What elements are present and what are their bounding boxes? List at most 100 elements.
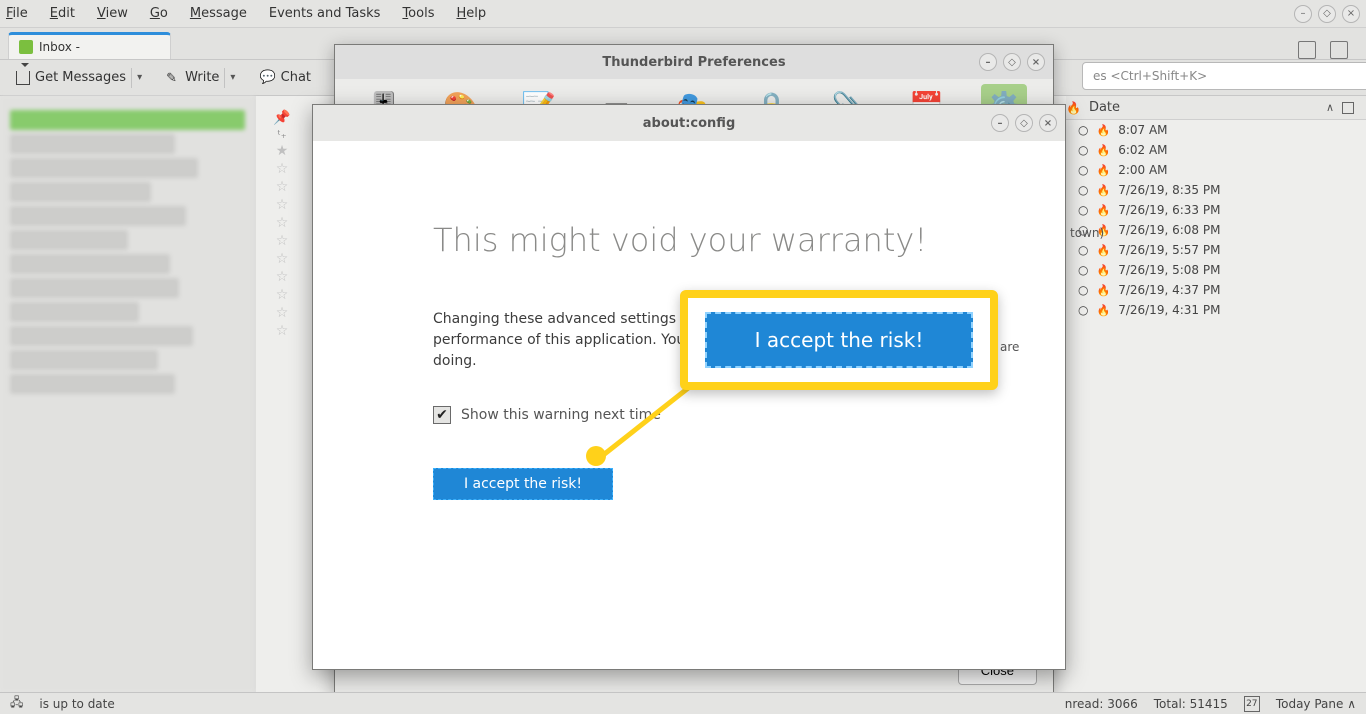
callout-accept-button[interactable]: I accept the risk! (705, 312, 973, 368)
message-date: 2:00 AM (1118, 163, 1167, 177)
message-row[interactable]: ○🔥2:00 AM (1066, 160, 1366, 180)
accept-risk-label: I accept the risk! (464, 476, 582, 492)
inbox-icon (19, 40, 33, 54)
menu-go[interactable]: Go (150, 6, 168, 21)
star-icon[interactable]: ☆ (276, 215, 289, 231)
message-date: 7/26/19, 6:33 PM (1118, 203, 1220, 217)
write-label: Write (185, 70, 219, 85)
bullet-icon: ○ (1078, 263, 1088, 277)
sort-indicator-icon: ∧ (1326, 101, 1334, 114)
config-maximize[interactable]: ◇ (1015, 114, 1033, 132)
maximize-button[interactable]: ◇ (1318, 5, 1336, 23)
hot-icon: 🔥 (1096, 244, 1110, 257)
minimize-button[interactable]: – (1294, 5, 1312, 23)
star-column: 📌 ᵗ₊ ★ ☆ ☆ ☆ ☆ ☆ ☆ ☆ ☆ ☆ ☆ (260, 104, 304, 354)
chat-label: Chat (281, 70, 311, 85)
pin-icon[interactable]: 📌 (273, 110, 290, 126)
tab-inbox[interactable]: Inbox - (8, 32, 171, 59)
status-bar: 🖧 is up to date nread: 3066 Total: 51415… (0, 692, 1366, 714)
truncated-text: are (1000, 340, 1019, 354)
accept-risk-button[interactable]: I accept the risk! (433, 468, 613, 500)
right-columns: es <Ctrl+Shift+K> 🔥 Date ∧ ○🔥8:07 AM ○🔥6… (1066, 96, 1366, 692)
annotation-callout: I accept the risk! (680, 290, 998, 390)
hot-icon: 🔥 (1096, 124, 1110, 137)
status-uptodate: is up to date (39, 697, 114, 711)
hot-icon: 🔥 (1096, 264, 1110, 277)
get-messages-button[interactable]: Get Messages ▾ (10, 64, 148, 92)
bullet-icon: ○ (1078, 183, 1088, 197)
bullet-icon: ○ (1078, 283, 1088, 297)
star-icon[interactable]: ☆ (276, 161, 289, 177)
checkbox-icon[interactable]: ✔ (433, 406, 451, 424)
column-header-row[interactable]: 🔥 Date ∧ (1066, 96, 1366, 120)
star-icon[interactable]: ☆ (276, 233, 289, 249)
message-row[interactable]: ○ 🔥 8:07 AM (1066, 120, 1366, 140)
pref-titlebar[interactable]: Thunderbird Preferences – ◇ × (335, 45, 1053, 79)
message-date: 8:07 AM (1118, 123, 1167, 137)
truncated-subject: town) (1070, 226, 1104, 240)
write-button[interactable]: Write ▾ (160, 64, 241, 92)
message-date: 7/26/19, 8:35 PM (1118, 183, 1220, 197)
search-input[interactable]: es <Ctrl+Shift+K> (1082, 62, 1366, 90)
today-pane-toggle[interactable]: Today Pane ∧ (1276, 697, 1356, 711)
status-calendar-icon[interactable]: 27 (1244, 696, 1260, 712)
menu-tools[interactable]: Tools (402, 6, 434, 21)
message-row[interactable]: ○ 🔥 7/26/19, 6:33 PM (1066, 200, 1366, 220)
date-column-header[interactable]: Date (1089, 100, 1318, 115)
bullet-icon: ○ (1078, 143, 1088, 157)
show-warning-label: Show this warning next time (461, 407, 661, 423)
window-controls: – ◇ × (1294, 5, 1360, 23)
message-row[interactable]: ○ 🔥 7/26/19, 8:35 PM (1066, 180, 1366, 200)
pref-minimize[interactable]: – (979, 53, 997, 71)
pref-close[interactable]: × (1027, 53, 1045, 71)
message-row[interactable]: ○ 🔥 7/26/19, 5:08 PM (1066, 260, 1366, 280)
star-icon[interactable]: ☆ (276, 197, 289, 213)
chevron-down-icon[interactable]: ▾ (137, 72, 142, 83)
message-row[interactable]: ○ 🔥 7/26/19, 4:31 PM (1066, 300, 1366, 320)
star-icon[interactable]: ☆ (276, 305, 289, 321)
folder-pane[interactable] (0, 96, 256, 692)
hot-icon: 🔥 (1096, 204, 1110, 217)
hot-icon: 🔥 (1096, 184, 1110, 197)
hot-icon: 🔥 (1096, 304, 1110, 317)
star-icon[interactable]: ☆ (276, 179, 289, 195)
star-icon[interactable]: ★ (276, 143, 289, 159)
message-date: 7/26/19, 5:08 PM (1118, 263, 1220, 277)
calendar-tab-icon[interactable] (1298, 41, 1316, 59)
tab-label: Inbox - (39, 40, 80, 54)
message-date: 7/26/19, 4:31 PM (1118, 303, 1220, 317)
message-row[interactable]: ○🔥6:02 AM (1066, 140, 1366, 160)
star-icon[interactable]: ☆ (276, 269, 289, 285)
bullet-icon: ○ (1078, 203, 1088, 217)
annotation-dot (586, 446, 606, 466)
menu-events[interactable]: Events and Tasks (269, 6, 381, 21)
message-row[interactable]: ○🔥7/26/19, 6:08 PM (1066, 220, 1366, 240)
status-unread: nread: 3066 (1065, 697, 1138, 711)
download-icon (16, 71, 30, 85)
menu-view[interactable]: View (97, 6, 128, 21)
tasks-tab-icon[interactable] (1330, 41, 1348, 59)
message-row[interactable]: ○🔥7/26/19, 5:57 PM (1066, 240, 1366, 260)
message-row[interactable]: ○🔥7/26/19, 4:37 PM (1066, 280, 1366, 300)
chevron-up-icon: ∧ (1347, 697, 1356, 711)
pref-maximize[interactable]: ◇ (1003, 53, 1021, 71)
star-icon[interactable]: ☆ (276, 251, 289, 267)
config-title: about:config (643, 116, 736, 131)
config-minimize[interactable]: – (991, 114, 1009, 132)
config-close[interactable]: × (1039, 114, 1057, 132)
column-picker-icon[interactable] (1342, 102, 1354, 114)
menu-help[interactable]: Help (456, 6, 486, 21)
chevron-down-icon[interactable]: ▾ (230, 72, 235, 83)
config-titlebar[interactable]: about:config – ◇ × (313, 105, 1065, 141)
bullet-icon: ○ (1078, 123, 1088, 137)
menu-file[interactable]: File (6, 6, 28, 21)
star-icon[interactable]: ☆ (276, 287, 289, 303)
menu-message[interactable]: Message (190, 6, 247, 21)
show-warning-row[interactable]: ✔ Show this warning next time (433, 406, 945, 424)
star-icon[interactable]: ☆ (276, 323, 289, 339)
close-button[interactable]: × (1342, 5, 1360, 23)
menu-edit[interactable]: Edit (50, 6, 75, 21)
hot-icon: 🔥 (1096, 164, 1110, 177)
bullet-icon: ○ (1078, 303, 1088, 317)
chat-button[interactable]: 💬 Chat (253, 66, 317, 89)
